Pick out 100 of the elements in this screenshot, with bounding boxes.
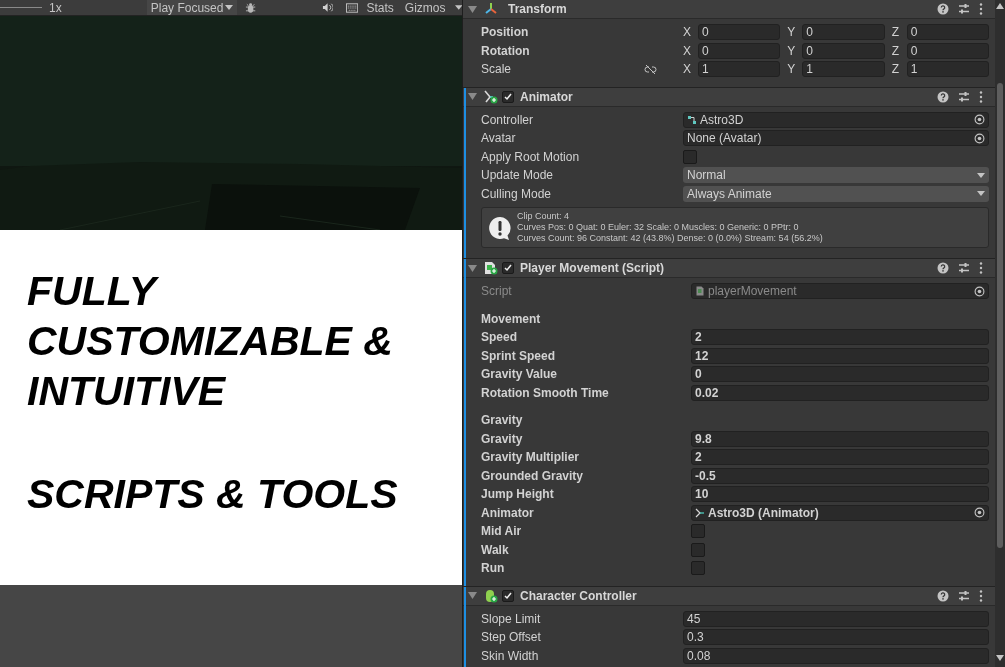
- object-field[interactable]: Astro3D (Animator): [691, 504, 989, 521]
- scale-label: 1x: [49, 0, 62, 15]
- section-header: Gravity: [481, 413, 523, 428]
- number-field[interactable]: 1: [698, 61, 781, 78]
- picker-icon[interactable]: [974, 114, 985, 126]
- axis-label: Z: [891, 25, 900, 40]
- number-field[interactable]: 0: [698, 24, 781, 41]
- expand-arrow-icon[interactable]: [468, 5, 477, 13]
- caret-icon[interactable]: [454, 5, 462, 10]
- object-field[interactable]: Astro3D: [683, 111, 989, 128]
- field-label: Gravity: [481, 431, 523, 446]
- enable-checkbox[interactable]: [502, 589, 514, 602]
- menu-icon[interactable]: [979, 3, 983, 15]
- checkbox[interactable]: [683, 149, 697, 164]
- caret-icon: [977, 172, 985, 178]
- play-mode-dropdown[interactable]: Play Focused: [146, 0, 237, 15]
- number-field[interactable]: 0.02: [691, 384, 989, 401]
- component-title: Character Controller: [520, 588, 637, 603]
- number-field[interactable]: 0: [906, 42, 989, 59]
- number-field[interactable]: 2: [691, 449, 989, 466]
- component-header[interactable]: Player Movement (Script): [463, 259, 995, 278]
- gizmos-button[interactable]: Gizmos: [401, 0, 449, 15]
- stats-button[interactable]: Stats: [363, 0, 397, 15]
- preset-icon[interactable]: [958, 262, 970, 274]
- field-label: Rotation: [481, 43, 530, 58]
- field-label: Avatar: [481, 131, 516, 146]
- number-field[interactable]: 0: [802, 24, 885, 41]
- checkbox[interactable]: [691, 561, 705, 576]
- info-text: Curves Pos: 0 Quat: 0 Euler: 32 Scale: 0 Muscles: 0 Generic: 0 PPtr: 0: [517, 222, 800, 233]
- field-label: Culling Mode: [481, 186, 552, 201]
- axis-label: Z: [891, 43, 900, 58]
- field-label: Apply Root Motion: [481, 149, 580, 164]
- scrollbar[interactable]: [995, 0, 1005, 667]
- field-label: Run: [481, 561, 505, 576]
- field-label: Position: [481, 25, 529, 40]
- expand-arrow-icon[interactable]: [468, 264, 477, 272]
- field-label: Jump Height: [481, 487, 554, 502]
- picker-icon[interactable]: [974, 285, 985, 297]
- number-field[interactable]: 9.8: [691, 430, 989, 447]
- picker-icon[interactable]: [974, 132, 985, 144]
- component-title: Transform: [508, 2, 567, 16]
- checkbox[interactable]: [691, 524, 705, 539]
- object-field[interactable]: None (Avatar): [683, 130, 989, 147]
- number-field[interactable]: 0.08: [683, 647, 989, 664]
- field-label: Controller: [481, 112, 534, 127]
- number-field[interactable]: 0.3: [683, 629, 989, 646]
- expand-arrow-icon[interactable]: [468, 592, 477, 599]
- enable-checkbox[interactable]: [502, 262, 514, 274]
- number-field[interactable]: 1: [906, 61, 989, 78]
- speaker-icon[interactable]: [322, 2, 334, 13]
- script-file-icon: [695, 286, 705, 297]
- field-label: Gravity Multiplier: [481, 450, 580, 465]
- expand-arrow-icon[interactable]: [468, 93, 477, 100]
- component-title: Player Movement (Script): [520, 261, 665, 275]
- help-icon[interactable]: [937, 90, 949, 103]
- preset-icon[interactable]: [958, 90, 970, 103]
- menu-icon[interactable]: [979, 90, 983, 103]
- axis-label: Y: [787, 43, 797, 58]
- dropdown[interactable]: Normal: [683, 167, 989, 184]
- preset-icon[interactable]: [958, 3, 970, 15]
- number-field[interactable]: 1: [802, 61, 885, 78]
- scroll-up-icon[interactable]: [996, 3, 1004, 9]
- field-label: Walk: [481, 542, 509, 557]
- enable-checkbox[interactable]: [502, 90, 514, 103]
- field-label: Gravity Value: [481, 367, 558, 382]
- field-label: Step Offset: [481, 630, 541, 645]
- script-icon: [484, 261, 498, 275]
- preset-icon[interactable]: [958, 589, 970, 602]
- unlink-icon[interactable]: [644, 63, 657, 75]
- picker-icon[interactable]: [974, 507, 985, 519]
- component-header[interactable]: Transform: [463, 0, 995, 19]
- axis-label: X: [683, 25, 692, 40]
- number-field[interactable]: -0.5: [691, 467, 989, 484]
- field-label: Skin Width: [481, 648, 539, 663]
- controller-icon: [687, 114, 697, 125]
- field-label: Scale: [481, 62, 512, 77]
- scroll-down-icon[interactable]: [996, 655, 1004, 661]
- number-field[interactable]: 0: [691, 366, 989, 383]
- field-label: Speed: [481, 330, 517, 345]
- number-field[interactable]: 2: [691, 329, 989, 346]
- bug-icon[interactable]: [244, 1, 257, 14]
- info-text: Clip Count: 4: [517, 211, 571, 222]
- field-label: Script: [481, 284, 512, 299]
- number-field[interactable]: 0: [906, 24, 989, 41]
- help-icon[interactable]: [937, 3, 949, 15]
- number-field[interactable]: 12: [691, 347, 989, 364]
- number-field[interactable]: 45: [683, 610, 989, 627]
- menu-icon[interactable]: [979, 589, 983, 602]
- number-field[interactable]: 10: [691, 486, 989, 503]
- help-icon[interactable]: [937, 262, 949, 274]
- number-field[interactable]: 0: [698, 42, 781, 59]
- keyboard-icon[interactable]: [346, 2, 359, 13]
- animator-icon: [695, 507, 705, 518]
- checkbox[interactable]: [691, 542, 705, 557]
- number-field[interactable]: 0: [802, 42, 885, 59]
- caret-icon: [977, 191, 985, 197]
- axis-label: X: [683, 62, 692, 77]
- menu-icon[interactable]: [979, 262, 983, 274]
- dropdown[interactable]: Always Animate: [683, 185, 989, 202]
- help-icon[interactable]: [937, 589, 949, 602]
